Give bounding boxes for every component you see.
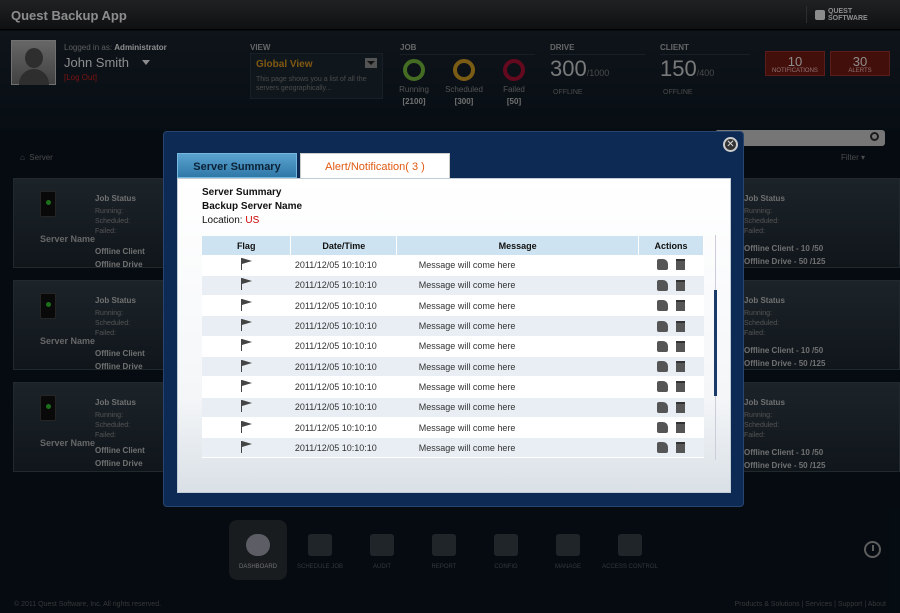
- table-row[interactable]: 2011/12/05 10:10:10 Message will come her…: [202, 255, 704, 276]
- dialog-panel: Server Summary Backup Server Name Locati…: [177, 178, 731, 493]
- trash-icon[interactable]: [676, 361, 685, 373]
- flag-icon[interactable]: [240, 379, 253, 392]
- flag-cell[interactable]: [202, 275, 291, 297]
- message-cell: Message will come here: [396, 437, 639, 459]
- message-cell: Message will come here: [396, 356, 639, 378]
- table-row[interactable]: 2011/12/05 10:10:10 Message will come her…: [202, 295, 704, 317]
- message-cell: Message will come here: [396, 397, 639, 418]
- thumbs-up-icon[interactable]: [657, 280, 668, 291]
- location-value: US: [245, 215, 260, 226]
- scrollbar[interactable]: [714, 290, 717, 396]
- message-cell: Message will come here: [396, 376, 639, 398]
- flag-cell[interactable]: [202, 356, 291, 378]
- actions-cell: [638, 397, 704, 418]
- actions-cell: [638, 437, 704, 459]
- flag-cell[interactable]: [202, 315, 291, 337]
- thumbs-up-icon[interactable]: [657, 259, 668, 271]
- date-cell: 2011/12/05 10:10:10: [290, 437, 397, 459]
- flag-icon[interactable]: [240, 400, 253, 413]
- thumbs-up-icon[interactable]: [657, 422, 668, 434]
- actions-cell: [638, 275, 704, 297]
- date-cell: 2011/12/05 10:10:10: [290, 376, 397, 398]
- panel-title: Server Summary: [202, 187, 282, 198]
- date-cell: 2011/12/05 10:10:10: [290, 336, 397, 357]
- thumbs-up-icon[interactable]: [657, 340, 668, 352]
- thumbs-up-icon[interactable]: [657, 442, 668, 454]
- message-cell: Message will come here: [396, 417, 639, 439]
- message-cell: Message will come here: [396, 255, 639, 276]
- message-cell: Message will come here: [396, 295, 639, 317]
- flag-cell[interactable]: [202, 255, 291, 276]
- thumbs-up-icon[interactable]: [657, 381, 668, 393]
- date-cell: 2011/12/05 10:10:10: [290, 356, 397, 378]
- message-cell: Message will come here: [396, 275, 639, 297]
- table-row[interactable]: 2011/12/05 10:10:10 Message will come her…: [202, 417, 704, 439]
- actions-cell: [638, 255, 704, 276]
- table-row[interactable]: 2011/12/05 10:10:10 Message will come her…: [202, 315, 704, 337]
- actions-cell: [638, 315, 704, 337]
- close-icon[interactable]: ✕: [723, 137, 738, 152]
- date-cell: 2011/12/05 10:10:10: [290, 417, 397, 439]
- table-row[interactable]: 2011/12/05 10:10:10 Message will come her…: [202, 356, 704, 378]
- actions-cell: [638, 376, 704, 398]
- trash-icon[interactable]: [676, 280, 685, 291]
- trash-icon[interactable]: [676, 340, 685, 352]
- trash-icon[interactable]: [676, 259, 685, 271]
- message-cell: Message will come here: [396, 336, 639, 357]
- col-message[interactable]: Message: [396, 236, 640, 255]
- trash-icon[interactable]: [676, 320, 685, 332]
- date-cell: 2011/12/05 10:10:10: [290, 255, 397, 276]
- alert-table: Flag Date/Time Message Actions 2011/12/0…: [202, 236, 704, 459]
- date-cell: 2011/12/05 10:10:10: [290, 275, 397, 297]
- actions-cell: [638, 336, 704, 357]
- flag-cell[interactable]: [202, 295, 291, 317]
- table-row[interactable]: 2011/12/05 10:10:10 Message will come her…: [202, 336, 704, 357]
- trash-icon[interactable]: [676, 381, 685, 393]
- flag-cell[interactable]: [202, 336, 291, 357]
- date-cell: 2011/12/05 10:10:10: [290, 315, 397, 337]
- col-flag[interactable]: Flag: [202, 236, 292, 255]
- flag-icon[interactable]: [240, 298, 253, 311]
- tab-alert-notification[interactable]: Alert/Notification( 3 ): [300, 153, 450, 178]
- server-name: Backup Server Name: [202, 201, 303, 212]
- table-row[interactable]: 2011/12/05 10:10:10 Message will come her…: [202, 376, 704, 398]
- flag-icon[interactable]: [240, 420, 253, 433]
- flag-icon[interactable]: [240, 339, 253, 352]
- message-cell: Message will come here: [396, 315, 639, 337]
- actions-cell: [638, 356, 704, 378]
- tab-server-summary[interactable]: Server Summary: [177, 153, 297, 178]
- actions-cell: [638, 417, 704, 439]
- table-row[interactable]: 2011/12/05 10:10:10 Message will come her…: [202, 437, 704, 459]
- date-cell: 2011/12/05 10:10:10: [290, 295, 397, 317]
- flag-cell[interactable]: [202, 376, 291, 398]
- date-cell: 2011/12/05 10:10:10: [290, 397, 397, 418]
- alert-count: 3: [411, 161, 419, 173]
- trash-icon[interactable]: [676, 300, 685, 312]
- flag-cell[interactable]: [202, 437, 291, 459]
- table-row[interactable]: 2011/12/05 10:10:10 Message will come her…: [202, 275, 704, 297]
- trash-icon[interactable]: [676, 401, 685, 413]
- flag-icon[interactable]: [240, 359, 253, 372]
- thumbs-up-icon[interactable]: [657, 300, 668, 312]
- flag-cell[interactable]: [202, 417, 291, 439]
- trash-icon[interactable]: [676, 422, 685, 434]
- location: Location: US: [202, 215, 260, 226]
- flag-icon[interactable]: [240, 257, 253, 270]
- thumbs-up-icon[interactable]: [657, 401, 668, 413]
- flag-icon[interactable]: [240, 278, 253, 291]
- col-datetime[interactable]: Date/Time: [290, 236, 398, 255]
- thumbs-up-icon[interactable]: [657, 361, 668, 373]
- flag-icon[interactable]: [240, 440, 253, 453]
- thumbs-up-icon[interactable]: [657, 320, 668, 332]
- flag-icon[interactable]: [240, 319, 253, 332]
- col-actions: Actions: [638, 236, 704, 255]
- flag-cell[interactable]: [202, 397, 291, 418]
- trash-icon[interactable]: [676, 442, 685, 454]
- table-row[interactable]: 2011/12/05 10:10:10 Message will come her…: [202, 397, 704, 418]
- actions-cell: [638, 295, 704, 317]
